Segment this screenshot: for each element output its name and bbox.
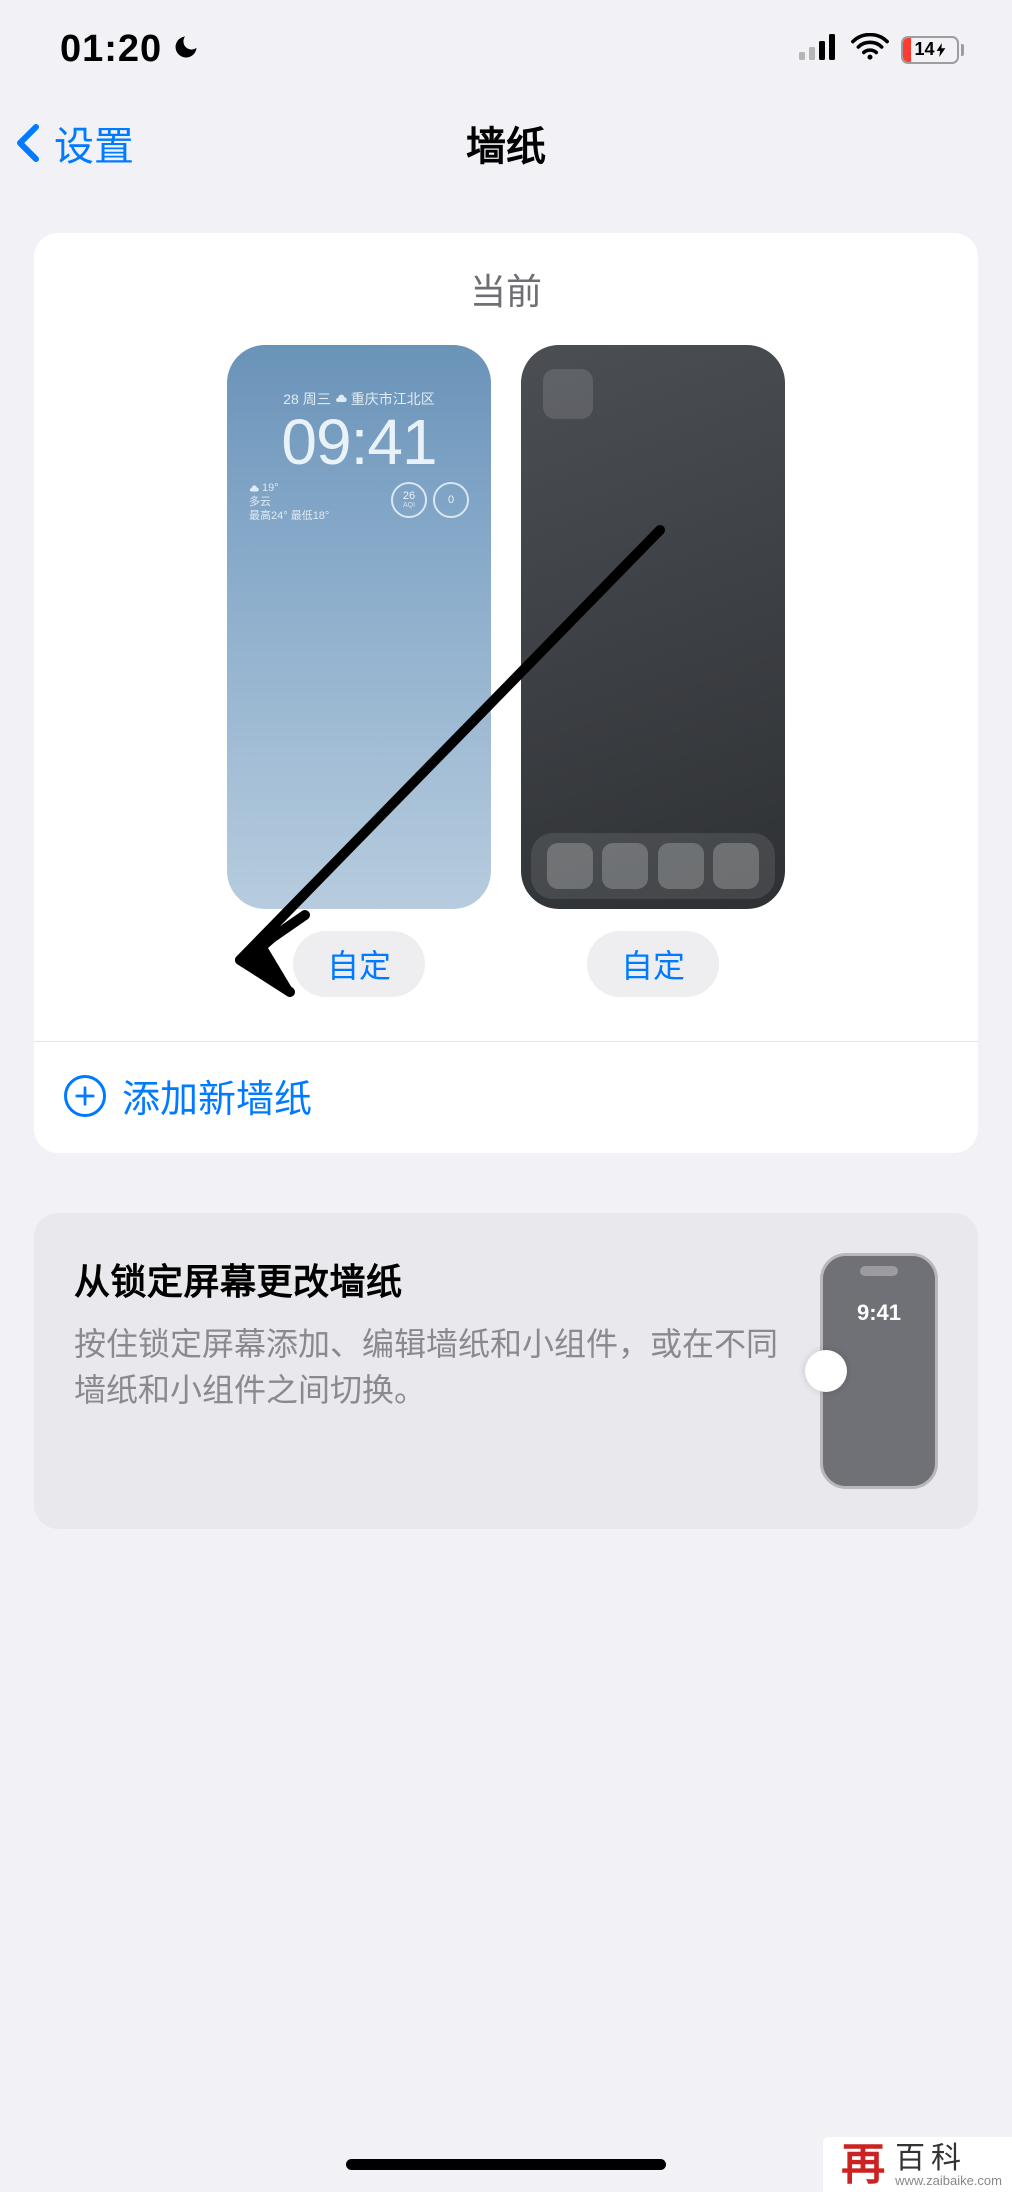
lock-screen-preview[interactable]: 28 周三 重庆市江北区 09:41 19° 多云 最 bbox=[227, 345, 491, 909]
customize-home-button[interactable]: 自定 bbox=[587, 931, 719, 997]
current-section-label: 当前 bbox=[34, 263, 978, 315]
dock-icon bbox=[547, 843, 593, 889]
battery-percent: 14 bbox=[914, 39, 934, 60]
lock-time: 09:41 bbox=[227, 409, 491, 476]
home-screen-col: 自定 bbox=[521, 345, 785, 997]
wallpaper-previews: 28 周三 重庆市江北区 09:41 19° 多云 最 bbox=[34, 345, 978, 997]
wifi-icon bbox=[851, 33, 889, 66]
status-left: 01:20 bbox=[60, 28, 200, 71]
watermark-main: 百科 bbox=[895, 2143, 1002, 2175]
home-indicator[interactable] bbox=[346, 2159, 666, 2170]
aqi-ring: 26 AQI bbox=[391, 482, 427, 518]
dock-icon bbox=[713, 843, 759, 889]
dock-icon bbox=[602, 843, 648, 889]
lockscreen-tip-card: 从锁定屏幕更改墙纸 按住锁定屏幕添加、编辑墙纸和小组件，或在不同墙纸和小组件之间… bbox=[34, 1213, 978, 1529]
dock-icon bbox=[658, 843, 704, 889]
battery-icon: 14 bbox=[901, 36, 964, 64]
add-new-label: 添加新墙纸 bbox=[122, 1068, 312, 1123]
status-right: 14 bbox=[799, 33, 964, 66]
lock-dateline: 28 周三 重庆市江北区 bbox=[227, 389, 491, 409]
current-wallpaper-card: 当前 28 周三 重庆市江北区 09:41 bbox=[34, 233, 978, 1153]
nav-header: 设置 墙纸 bbox=[0, 93, 1012, 193]
home-screen-preview[interactable] bbox=[521, 345, 785, 909]
customize-lock-button[interactable]: 自定 bbox=[293, 931, 425, 997]
lock-weather-widget: 19° 多云 最高24° 最低18° bbox=[249, 482, 329, 523]
add-new-wallpaper-button[interactable]: 添加新墙纸 bbox=[34, 1042, 978, 1153]
lock-rings: 26 AQI 0 bbox=[391, 482, 469, 518]
tip-mini-time: 9:41 bbox=[823, 1300, 935, 1326]
lock-screen-col: 28 周三 重庆市江北区 09:41 19° 多云 最 bbox=[227, 345, 491, 997]
do-not-disturb-icon bbox=[172, 28, 200, 71]
charging-bolt-icon bbox=[936, 43, 946, 57]
cloud-icon bbox=[335, 393, 347, 405]
plus-circle-icon bbox=[64, 1075, 106, 1117]
status-bar: 01:20 14 bbox=[0, 0, 1012, 83]
tip-title: 从锁定屏幕更改墙纸 bbox=[74, 1253, 780, 1305]
tip-illustration: 9:41 bbox=[814, 1253, 944, 1489]
finger-dot-icon bbox=[805, 1350, 847, 1392]
watermark: 再 百科 www.zaibaike.com bbox=[823, 2137, 1012, 2192]
tip-desc: 按住锁定屏幕添加、编辑墙纸和小组件，或在不同墙纸和小组件之间切换。 bbox=[74, 1321, 780, 1414]
watermark-logo: 再 bbox=[841, 2143, 885, 2187]
back-label: 设置 bbox=[54, 114, 134, 172]
watermark-url: www.zaibaike.com bbox=[895, 2174, 1002, 2188]
status-time: 01:20 bbox=[60, 28, 162, 71]
page-title: 墙纸 bbox=[466, 114, 546, 172]
home-app-icon bbox=[543, 369, 593, 419]
secondary-ring: 0 bbox=[433, 482, 469, 518]
cellular-icon bbox=[799, 34, 839, 65]
home-dock bbox=[531, 833, 775, 899]
chevron-left-icon bbox=[6, 119, 54, 167]
back-button[interactable]: 设置 bbox=[6, 114, 134, 172]
cloud-mini-icon bbox=[249, 484, 259, 494]
